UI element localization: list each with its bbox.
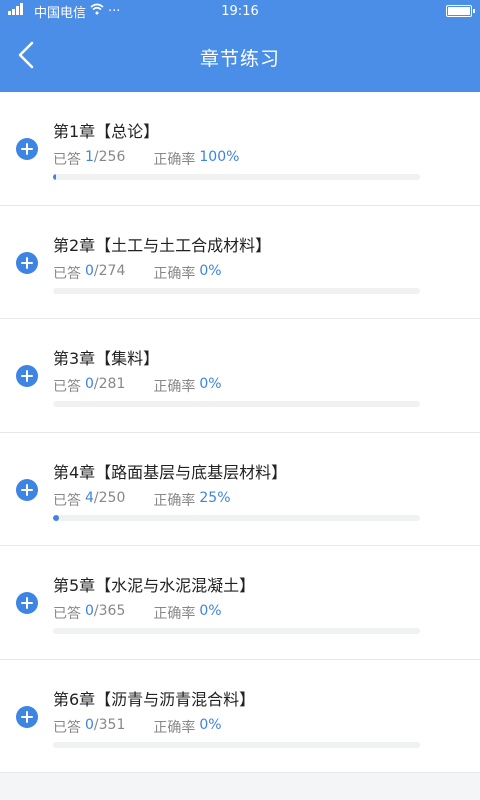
accuracy-value: 0% <box>199 376 222 392</box>
accuracy-label: 正确率 <box>153 265 196 282</box>
progress-bar <box>53 401 420 407</box>
progress-fill <box>53 174 56 180</box>
accuracy-value: 0% <box>199 603 222 619</box>
chapter-title: 第5章【水泥与水泥混凝土】 <box>53 576 256 595</box>
expand-plus-icon[interactable] <box>16 478 38 501</box>
expand-plus-icon[interactable] <box>16 251 38 274</box>
answered-label: 已答 <box>53 606 81 622</box>
chapter-row[interactable]: 第6章【沥青与沥青混合料】 已答 0 /351 正确率 0% <box>0 659 480 773</box>
answered-count: 0 <box>85 262 94 279</box>
accuracy-label: 正确率 <box>153 492 196 509</box>
progress-bar <box>53 287 420 294</box>
accuracy-value: 0% <box>199 716 222 733</box>
signal-icon <box>8 3 30 19</box>
progress-fill <box>53 514 59 521</box>
total-count: /256 <box>93 149 126 165</box>
chapter-title: 第6章【沥青与沥青混合料】 <box>53 689 256 709</box>
chapter-stats: 已答 4 /250 正确率 25% <box>53 490 231 510</box>
total-count: /281 <box>93 376 126 392</box>
expand-plus-icon[interactable] <box>16 592 38 614</box>
answered-label: 已答 <box>53 719 81 736</box>
page-title: 章节练习 <box>199 47 280 70</box>
answered-label: 已答 <box>53 379 81 395</box>
status-right <box>446 5 475 17</box>
answered-label: 已答 <box>53 152 81 168</box>
chapter-title: 第1章【总论】 <box>53 122 160 141</box>
accuracy-value: 25% <box>199 489 231 506</box>
expand-plus-icon[interactable] <box>16 365 38 387</box>
chapter-list: 第1章【总论】 已答 1 /256 正确率 100% 第2章【土工与土工合成材料… <box>0 92 480 773</box>
chapter-stats: 已答 0 /281 正确率 0% <box>53 376 222 396</box>
battery-icon <box>446 5 475 17</box>
chapter-stats: 已答 0 /365 正确率 0% <box>53 603 222 623</box>
chapter-row[interactable]: 第4章【路面基层与底基层材料】 已答 4 /250 正确率 25% <box>0 432 480 546</box>
expand-plus-icon[interactable] <box>16 705 38 728</box>
chapter-row[interactable]: 第1章【总论】 已答 1 /256 正确率 100% <box>0 92 480 206</box>
chapter-stats: 已答 0 /274 正确率 0% <box>53 263 222 283</box>
chapter-title: 第3章【集料】 <box>53 349 160 368</box>
accuracy-label: 正确率 <box>153 152 196 168</box>
status-left: 中国电信 ··· <box>8 2 120 21</box>
chapter-row[interactable]: 第3章【集料】 已答 0 /281 正确率 0% <box>0 319 480 433</box>
chapter-row[interactable]: 第5章【水泥与水泥混凝土】 已答 0 /365 正确率 0% <box>0 546 480 660</box>
back-button[interactable] <box>12 39 40 75</box>
total-count: /365 <box>93 603 126 619</box>
total-count: /274 <box>93 262 126 279</box>
more-dots: ··· <box>108 3 121 19</box>
total-count: /351 <box>93 716 126 733</box>
accuracy-label: 正确率 <box>153 379 196 395</box>
answered-count: 4 <box>85 489 94 506</box>
chevron-left-icon <box>18 41 34 73</box>
total-count: /250 <box>93 489 126 506</box>
chapter-stats: 已答 1 /256 正确率 100% <box>53 149 239 169</box>
chapter-title: 第2章【土工与土工合成材料】 <box>53 235 272 255</box>
wifi-icon <box>90 3 104 19</box>
answered-label: 已答 <box>53 265 81 282</box>
chapter-title: 第4章【路面基层与底基层材料】 <box>53 462 288 482</box>
progress-bar <box>53 628 420 634</box>
answered-count: 0 <box>85 376 94 392</box>
accuracy-label: 正确率 <box>153 606 196 622</box>
progress-bar <box>53 741 420 748</box>
accuracy-label: 正确率 <box>153 719 196 736</box>
nav-bar: 章节练习 <box>0 22 480 92</box>
answered-label: 已答 <box>53 492 81 509</box>
accuracy-value: 100% <box>199 149 240 165</box>
chapter-stats: 已答 0 /351 正确率 0% <box>53 717 222 737</box>
carrier-label: 中国电信 <box>34 5 87 21</box>
answered-count: 0 <box>85 716 94 733</box>
answered-count: 1 <box>85 149 94 165</box>
progress-bar <box>53 514 420 521</box>
expand-plus-icon[interactable] <box>16 138 38 160</box>
chapter-row[interactable]: 第2章【土工与土工合成材料】 已答 0 /274 正确率 0% <box>0 205 480 319</box>
accuracy-value: 0% <box>199 262 222 279</box>
status-bar: 中国电信 ··· 19:16 <box>0 0 480 22</box>
answered-count: 0 <box>85 603 94 619</box>
progress-bar <box>53 174 420 180</box>
